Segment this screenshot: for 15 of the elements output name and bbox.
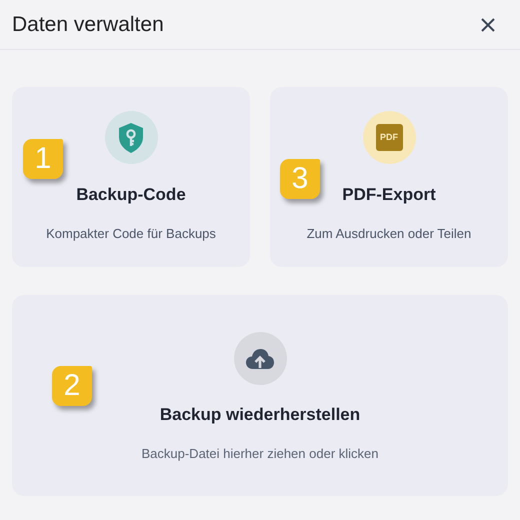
option-card[interactable]: Backup-Code Kompakter Code für Backups 1 [12,87,250,267]
card-title: Backup-Code [76,184,186,206]
card-description: Zum Ausdrucken oder Teilen [306,224,472,242]
card-description: Kompakter Code für Backups [46,224,216,243]
card-title: PDF-Export [342,184,436,206]
dialog-title: Daten verwalten [12,12,164,38]
pdf-icon: PDF [376,124,402,151]
upload-dropzone[interactable]: Backup wiederherstellen Backup-Datei hierher ziehen oder klicken 2 [12,295,508,496]
number-badge: 2 [52,366,92,406]
dropzone-title: Backup wiederherstellen [160,404,360,426]
number-badge: 1 [23,139,63,179]
option-card[interactable]: PDF PDF-Export Zum Ausdrucken oder Teilen 3 [270,87,508,267]
number-badge: 3 [280,159,320,199]
dropzone-hint: Backup-Datei hierher ziehen oder klicken [141,444,378,463]
close-icon [481,18,495,32]
